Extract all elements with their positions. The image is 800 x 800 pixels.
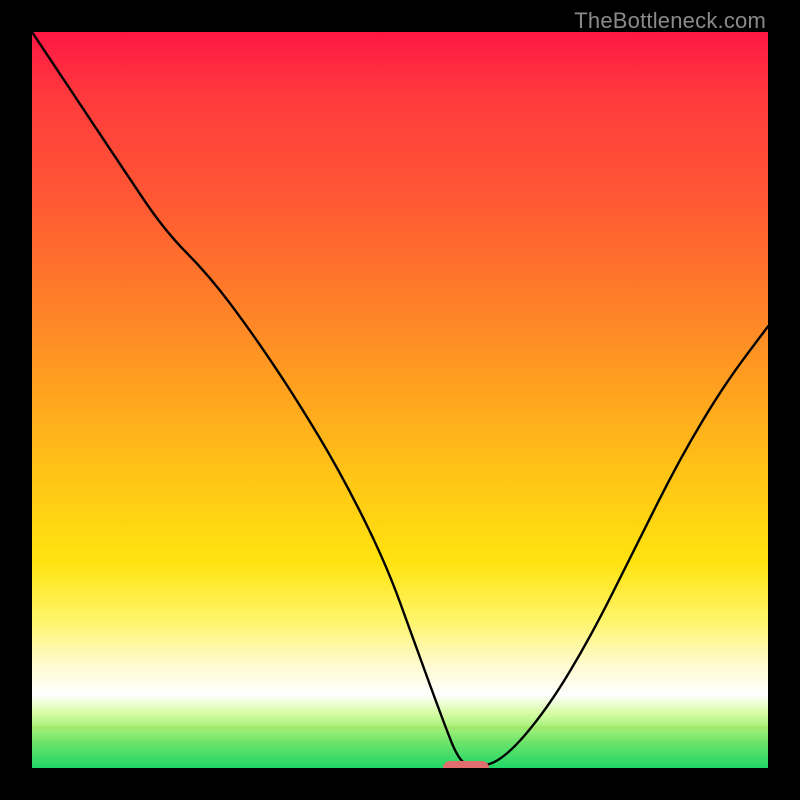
bottleneck-marker (443, 761, 489, 768)
bottleneck-curve (32, 32, 768, 768)
plot-area (32, 32, 768, 768)
curve-path (32, 32, 768, 766)
watermark-text: TheBottleneck.com (574, 8, 766, 34)
chart-frame: TheBottleneck.com (0, 0, 800, 800)
